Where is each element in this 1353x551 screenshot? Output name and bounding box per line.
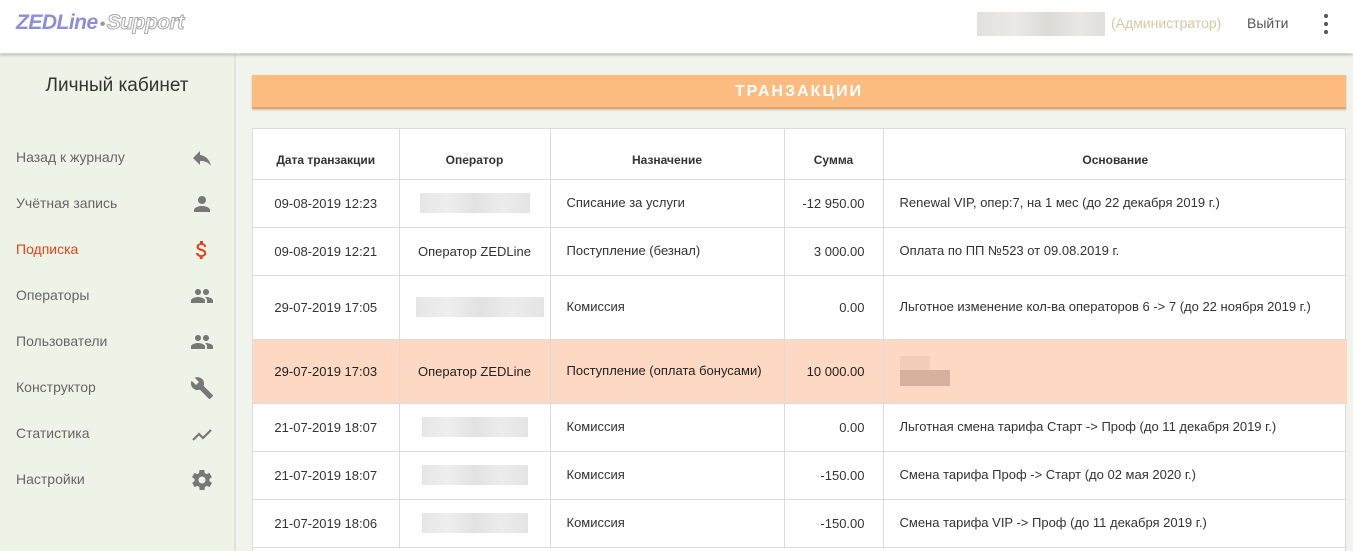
- redacted-operator: [421, 513, 528, 533]
- sidebar-item-users[interactable]: Пользователи: [0, 319, 234, 365]
- cell-date: 29-07-2019 17:03: [253, 339, 400, 404]
- sidebar-item-label: Настройки: [16, 471, 85, 487]
- sidebar-item-operators[interactable]: Операторы: [0, 273, 234, 319]
- cell-amount: -150.00: [784, 451, 884, 500]
- column-header-date[interactable]: Дата транзакции: [253, 129, 400, 180]
- sidebar-nav: Назад к журналу Учётная запись Подписка …: [0, 135, 234, 503]
- cell-amount: 0.00: [784, 403, 884, 452]
- sidebar-item-settings[interactable]: Настройки: [0, 457, 234, 503]
- person-icon: [194, 196, 210, 212]
- trending-up-icon: [192, 429, 212, 441]
- cell-operator: [399, 403, 551, 452]
- cell-purpose: Поступление (безнал): [550, 227, 785, 276]
- redacted-basis: [899, 356, 930, 370]
- sidebar-title: Личный кабинет: [45, 75, 189, 96]
- cell-basis: Льготная смена тарифа Старт -> Проф (до …: [883, 403, 1347, 452]
- sidebar-item-account[interactable]: Учётная запись: [0, 181, 234, 227]
- logo-main-text: ZEDLine: [16, 11, 98, 34]
- cell-operator: [399, 499, 551, 548]
- section-title: ТРАНЗАКЦИИ: [734, 83, 864, 100]
- sidebar-item-label: Операторы: [16, 287, 90, 303]
- table-row[interactable]: 09-08-2019 12:21 Оператор ZEDLine Поступ…: [253, 227, 1347, 276]
- username-redacted: [977, 12, 1105, 36]
- cell-basis: Renewal VIP, опер:7, на 1 мес (до 22 дек…: [883, 179, 1347, 228]
- logo-separator: •: [99, 16, 106, 33]
- cell-operator: Оператор ZEDLine: [399, 339, 551, 404]
- column-header-basis[interactable]: Основание: [883, 129, 1347, 180]
- group-icon: [191, 289, 213, 303]
- logo[interactable]: ZEDLine •Support: [16, 11, 185, 35]
- cell-operator: [399, 275, 551, 340]
- table-row[interactable]: 21-07-2019 18:06 Комиссия -150.00 Смена …: [253, 499, 1347, 548]
- main-content: ТРАНЗАКЦИИ Дата транзакции Оператор Назн…: [236, 55, 1353, 551]
- cell-amount: -150.00: [784, 499, 884, 548]
- cell-basis: [883, 339, 1347, 404]
- sidebar-item-statistics[interactable]: Статистика: [0, 411, 234, 457]
- cell-date: 09-08-2019 12:21: [253, 227, 400, 276]
- redacted-operator: [419, 193, 530, 213]
- sidebar-item-label: Пользователи: [16, 333, 108, 349]
- logout-link[interactable]: Выйти: [1247, 15, 1288, 31]
- logo-sub-text: Support: [106, 11, 184, 35]
- sidebar-item-label: Подписка: [16, 241, 79, 257]
- cell-date: 21-07-2019 18:07: [253, 451, 400, 500]
- table-row-highlighted[interactable]: 29-07-2019 17:03 Оператор ZEDLine Поступ…: [253, 339, 1347, 404]
- sidebar-item-back-to-journal[interactable]: Назад к журналу: [0, 135, 234, 181]
- more-vert-icon[interactable]: [1316, 12, 1336, 36]
- cell-basis: Оплата по ПП №523 от 09.08.2019 г.: [883, 227, 1347, 276]
- cell-date: 21-07-2019 18:06: [253, 499, 400, 548]
- section-header: ТРАНЗАКЦИИ: [252, 75, 1346, 109]
- cell-purpose: Списание за услуги: [550, 179, 785, 228]
- cell-amount: -12 950.00: [784, 179, 884, 228]
- table-row[interactable]: 29-07-2019 17:05 Комиссия 0.00 Льготное …: [253, 275, 1347, 340]
- cell-basis: Смена тарифа VIP -> Проф (до 11 декабря …: [883, 499, 1347, 548]
- gear-icon: [192, 470, 212, 490]
- column-header-operator[interactable]: Оператор: [399, 129, 551, 180]
- cell-amount: 10 000.00: [784, 339, 884, 404]
- group-icon: [191, 335, 213, 349]
- redacted-operator: [421, 417, 528, 437]
- cell-date: 29-07-2019 17:05: [253, 275, 400, 340]
- cell-basis: Смена тарифа Проф -> Старт (до 02 мая 20…: [883, 451, 1347, 500]
- dollar-icon: [196, 241, 207, 259]
- reply-icon: [193, 151, 211, 166]
- transactions-table-container: Дата транзакции Оператор Назначение Сумм…: [252, 128, 1347, 551]
- sidebar-item-label: Назад к журналу: [16, 149, 125, 165]
- cell-amount: 3 000.00: [784, 227, 884, 276]
- user-role: (Администратор): [1111, 15, 1222, 31]
- column-header-purpose[interactable]: Назначение: [550, 129, 785, 180]
- cell-amount: 0.00: [784, 275, 884, 340]
- sidebar-item-constructor[interactable]: Конструктор: [0, 365, 234, 411]
- cell-basis: Льготное изменение кол-ва операторов 6 -…: [883, 275, 1347, 340]
- redacted-operator: [421, 465, 528, 485]
- sidebar: Личный кабинет Назад к журналу Учётная з…: [0, 55, 236, 551]
- cell-purpose: Комиссия: [550, 403, 785, 452]
- cell-purpose: Поступление (оплата бонусами): [550, 339, 785, 404]
- cell-operator: [399, 451, 551, 500]
- cell-date: 21-07-2019 18:07: [253, 403, 400, 452]
- cell-purpose: Комиссия: [550, 499, 785, 548]
- cell-operator: Оператор ZEDLine: [399, 227, 551, 276]
- table-row[interactable]: 21-07-2019 18:07 Комиссия 0.00 Льготная …: [253, 403, 1347, 452]
- sidebar-item-label: Статистика: [16, 425, 90, 441]
- sidebar-item-label: Конструктор: [16, 379, 96, 395]
- cell-purpose: Комиссия: [550, 451, 785, 500]
- top-header: ZEDLine •Support (Администратор) Выйти: [0, 0, 1353, 54]
- redacted-basis: [899, 370, 950, 386]
- table-header-row: Дата транзакции Оператор Назначение Сумм…: [253, 129, 1347, 180]
- table-row[interactable]: 09-08-2019 12:23 Списание за услуги -12 …: [253, 179, 1347, 228]
- cell-date: 09-08-2019 12:23: [253, 179, 400, 228]
- cell-operator: [399, 179, 551, 228]
- cell-purpose: Комиссия: [550, 275, 785, 340]
- wrench-icon: [190, 377, 213, 399]
- table-row[interactable]: 21-07-2019 18:07 Комиссия -150.00 Смена …: [253, 451, 1347, 500]
- column-header-amount[interactable]: Сумма: [784, 129, 884, 180]
- sidebar-item-label: Учётная запись: [16, 195, 118, 211]
- transactions-table: Дата транзакции Оператор Назначение Сумм…: [253, 129, 1347, 548]
- sidebar-item-subscription[interactable]: Подписка: [0, 227, 234, 273]
- redacted-operator: [415, 297, 544, 317]
